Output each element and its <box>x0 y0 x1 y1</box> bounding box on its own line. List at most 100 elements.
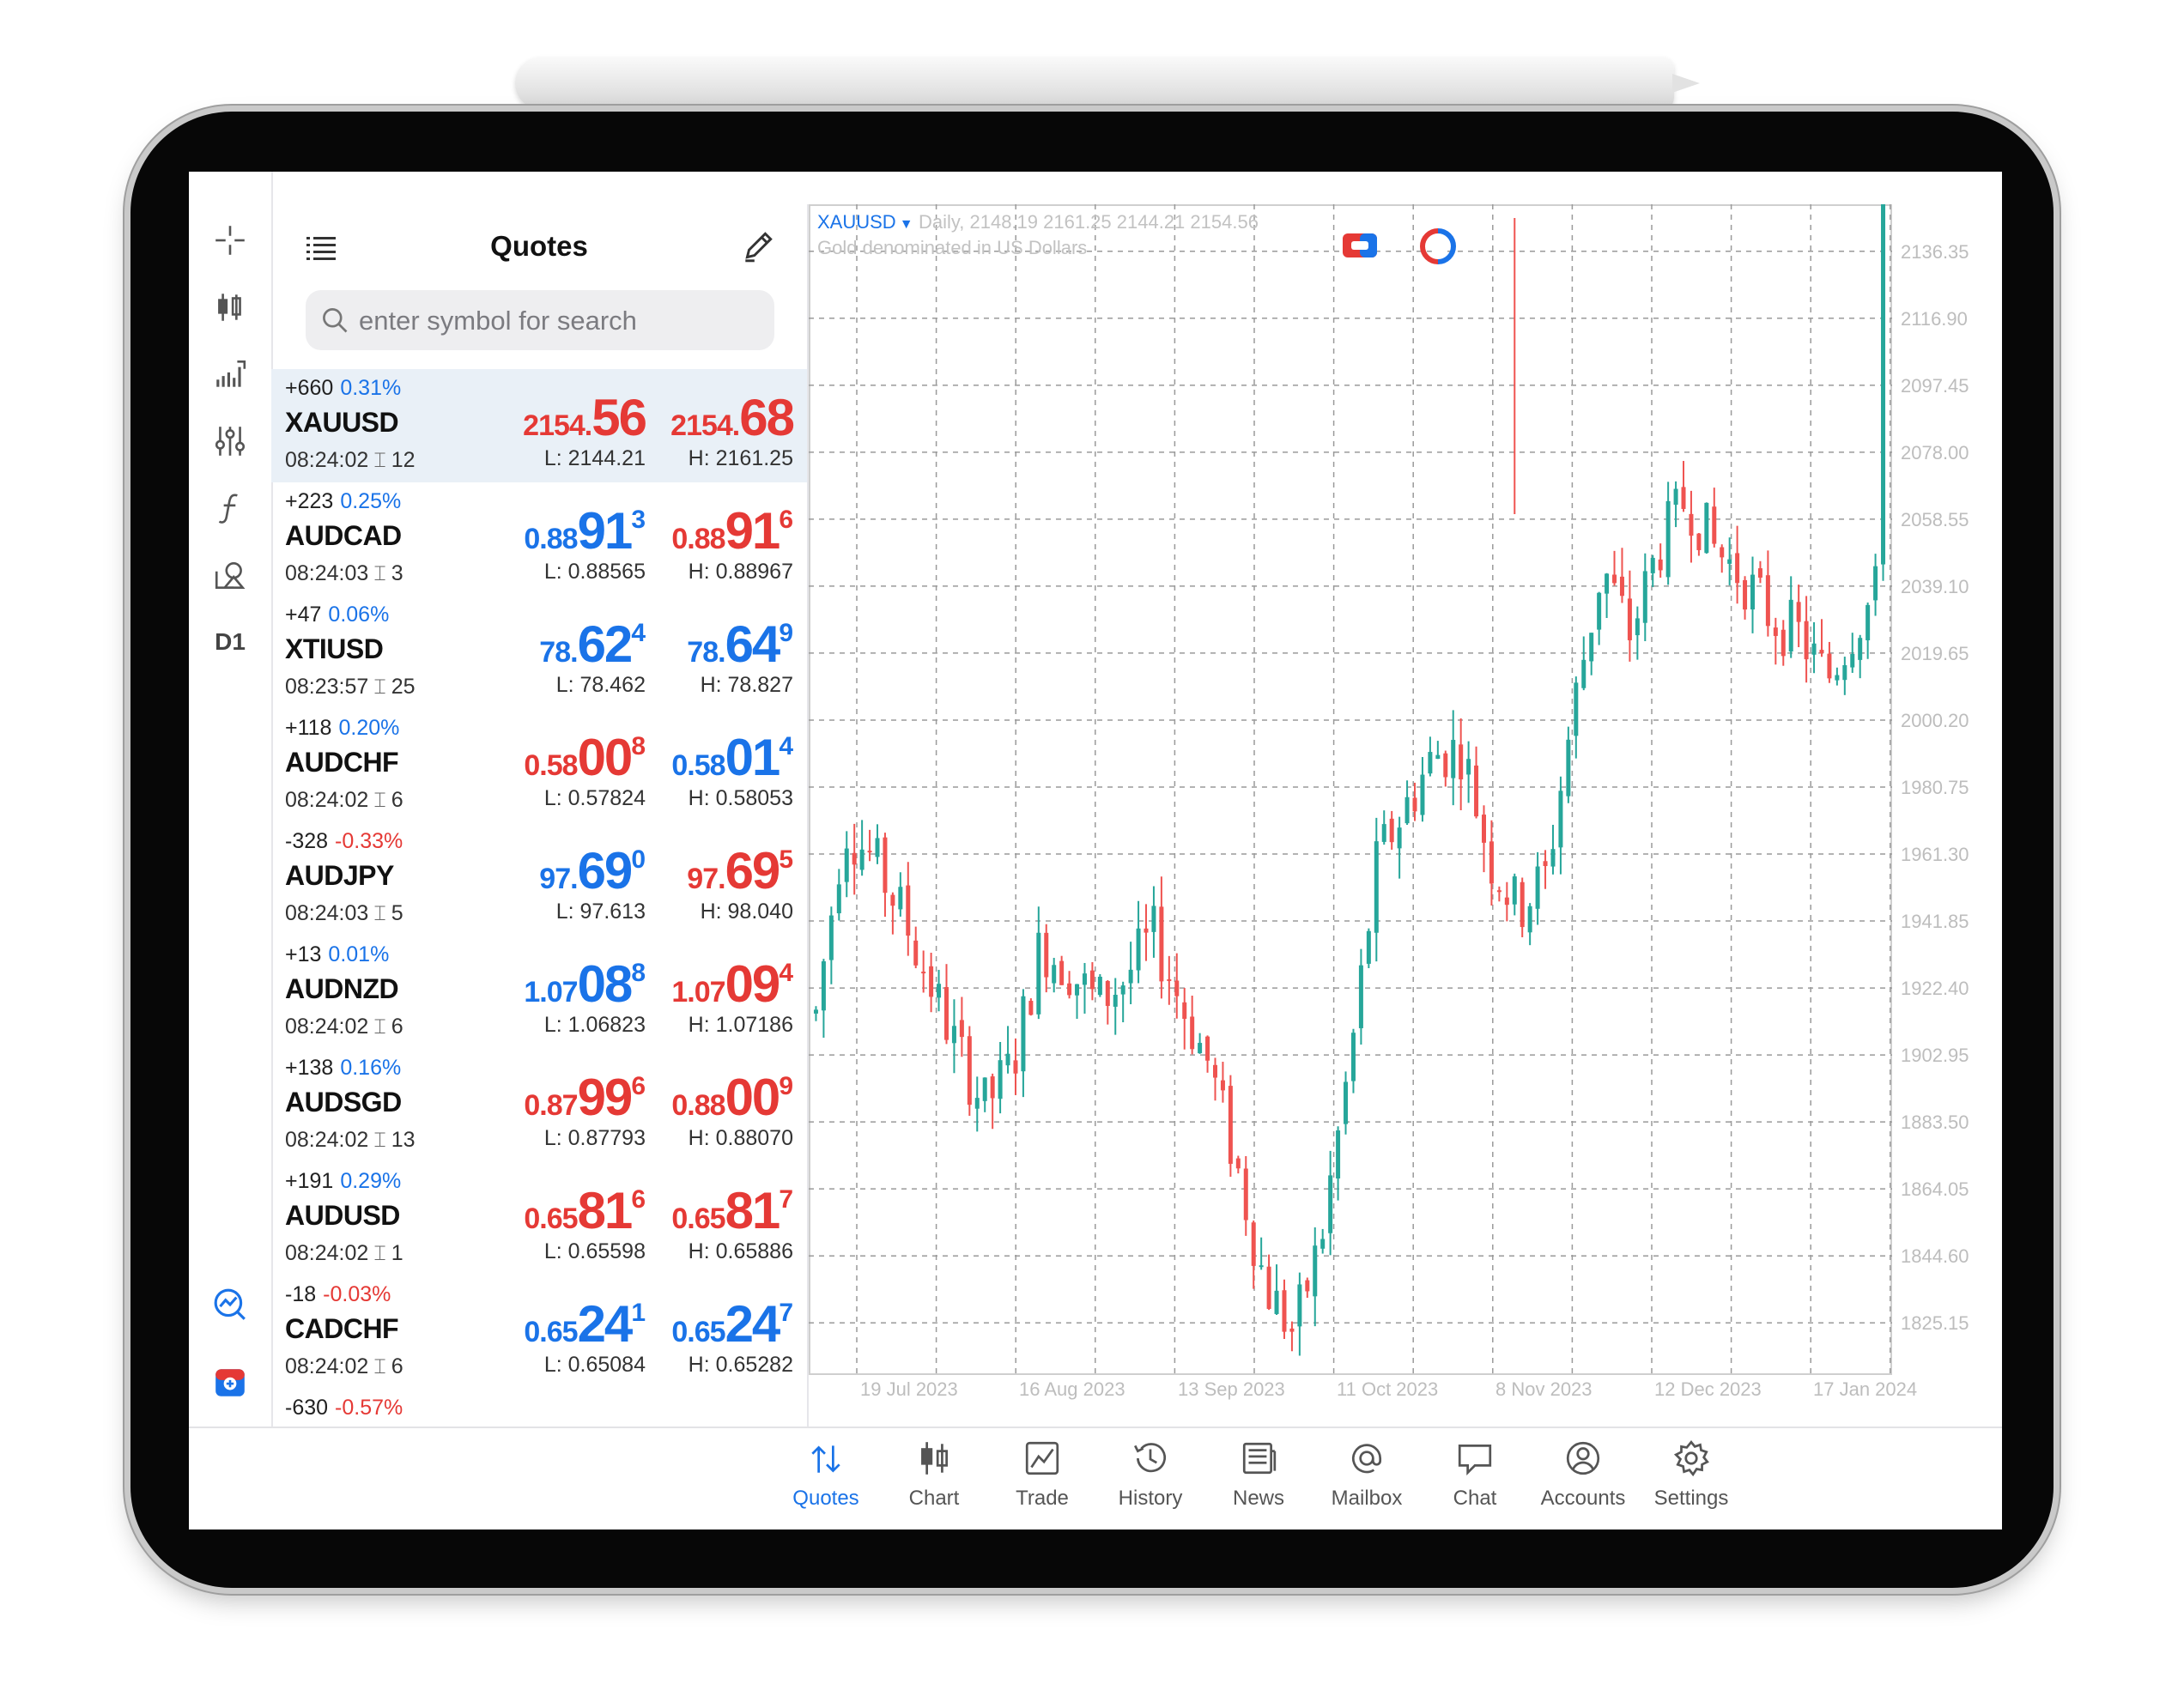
quote-row[interactable]: -328 -0.33% AUDJPY 08:24:03 ⌶ 5 97.690 97.695 L:… <box>271 822 807 936</box>
candle-body <box>1735 553 1740 584</box>
candle-body <box>883 837 888 893</box>
settings-sliders-icon[interactable] <box>209 421 251 462</box>
search-input[interactable] <box>357 290 764 352</box>
quote-row[interactable]: +138 0.16% AUDSGD 08:24:02 ⌶ 13 0.87996 0.88009… <box>271 1049 807 1162</box>
candle-body <box>1274 1290 1279 1314</box>
page-title: Quotes <box>490 230 588 262</box>
quote-row[interactable]: +660 0.31% XAUUSD 08:24:02 ⌶ 12 2154.56 2154.68… <box>271 369 807 482</box>
quote-high: H: 0.58053 <box>688 786 793 810</box>
quote-low: L: 97.613 <box>555 900 646 924</box>
ask-price-prefix: 0.88 <box>671 1089 725 1122</box>
price-chart[interactable]: 2136.35 2116.90 2097.45 2078.00 2058.55 2039.… <box>809 204 2002 1427</box>
ask-price-pips: 09 <box>725 955 781 1013</box>
quote-row[interactable]: +223 0.25% AUDCAD 08:24:03 ⌶ 3 0.88913 0.88916 L… <box>271 482 807 596</box>
bid-price[interactable]: 0.88913 <box>524 501 646 560</box>
quote-change-percent: 0.29% <box>340 1169 402 1193</box>
tab-mailbox[interactable]: Mailbox <box>1315 1439 1418 1524</box>
tab-history[interactable]: History <box>1099 1439 1202 1524</box>
candlestick-icon[interactable] <box>209 287 251 328</box>
bottom-tab-bar: Quotes Chart Trade History News Mailbox Chat Ac… <box>189 1427 2002 1530</box>
tab-quotes[interactable]: Quotes <box>774 1439 877 1524</box>
one-click-trading-icon[interactable] <box>1341 230 1379 261</box>
bid-price[interactable]: 1.07088 <box>524 954 646 1014</box>
indicators-icon[interactable] <box>209 354 251 395</box>
quote-change-points: +138 <box>285 1056 334 1080</box>
bid-price-prefix: 78. <box>539 636 578 669</box>
tab-accounts[interactable]: Accounts <box>1532 1439 1635 1524</box>
candle-body <box>1773 627 1778 636</box>
quote-time: 08:24:02 ⌶ 1 <box>285 1241 403 1266</box>
quote-row[interactable]: +47 0.06% XTIUSD 08:23:57 ⌶ 25 78.624 78.649 L: … <box>271 596 807 709</box>
quote-row[interactable]: +13 0.01% AUDNZD 08:24:02 ⌶ 6 1.07088 1.07094 L:… <box>271 936 807 1049</box>
bid-price[interactable]: 97.690 <box>539 841 646 900</box>
bid-price[interactable]: 0.65816 <box>524 1181 646 1240</box>
candle-body <box>1082 973 1087 985</box>
candle-body <box>1827 653 1832 679</box>
bid-price-prefix: 0.87 <box>524 1089 578 1122</box>
quote-high: H: 0.88070 <box>688 1126 793 1150</box>
candle-body <box>929 966 934 997</box>
quote-high: H: 0.88967 <box>688 560 793 584</box>
timeframe-d1[interactable]: D1 <box>209 621 251 663</box>
quote-row[interactable]: -18 -0.03% CADCHF 08:24:02 ⌶ 6 0.65241 0.65247 L… <box>271 1275 807 1389</box>
tab-label: Trade <box>1016 1487 1069 1510</box>
quote-change: -328 -0.33% <box>285 829 403 854</box>
ask-price[interactable]: 78.649 <box>687 615 793 674</box>
ask-price[interactable]: 0.88916 <box>671 501 793 560</box>
ask-price-point: 5 <box>779 845 793 874</box>
tab-chart[interactable]: Chart <box>883 1439 986 1524</box>
ask-price[interactable]: 0.58014 <box>671 728 793 787</box>
one-click-trade-icon[interactable] <box>209 1361 251 1402</box>
quote-row[interactable]: +191 0.29% AUDUSD 08:24:02 ⌶ 1 0.65816 0.65817 L… <box>271 1162 807 1275</box>
bid-price[interactable]: 0.65241 <box>524 1294 646 1354</box>
quote-change-points: +191 <box>285 1169 334 1193</box>
quote-spread: 1 <box>391 1241 403 1265</box>
crosshair-icon[interactable] <box>209 220 251 261</box>
quote-spread: 12 <box>391 448 416 472</box>
ask-price[interactable]: 1.07094 <box>671 954 793 1014</box>
function-icon[interactable] <box>209 488 251 529</box>
chart-canvas[interactable]: 2136.35 2116.90 2097.45 2078.00 2058.55 2039.… <box>809 204 2002 1427</box>
tab-trade[interactable]: Trade <box>991 1439 1094 1524</box>
candle-body <box>1574 682 1579 736</box>
candle-body <box>1013 1060 1018 1074</box>
ask-price[interactable]: 0.65817 <box>671 1181 793 1240</box>
candle-body <box>1404 797 1410 824</box>
candle-body <box>836 884 841 914</box>
depth-icon[interactable] <box>1420 228 1456 264</box>
candle-body <box>1712 506 1717 544</box>
quote-change: +47 0.06% <box>285 603 389 627</box>
candle-body <box>1866 604 1871 640</box>
quote-row[interactable]: +118 0.20% AUDCHF 08:24:02 ⌶ 6 0.58008 0.58014 L… <box>271 709 807 822</box>
quote-change-points: +223 <box>285 489 334 513</box>
chart-symbol-selector[interactable]: XAUUSD ▼ <box>817 211 913 233</box>
bid-price[interactable]: 0.58008 <box>524 728 646 787</box>
candle-body <box>898 887 903 910</box>
quote-row[interactable]: -630 -0.57% <box>271 1389 807 1427</box>
bid-price-point: 8 <box>631 959 646 987</box>
tab-news[interactable]: News <box>1207 1439 1310 1524</box>
candle-body <box>1389 818 1394 843</box>
tab-chat[interactable]: Chat <box>1423 1439 1526 1524</box>
candle-body <box>1036 932 1041 1015</box>
bid-price[interactable]: 2154.56 <box>523 388 647 447</box>
ask-price[interactable]: 2154.68 <box>670 388 795 447</box>
candle-body <box>813 1009 818 1014</box>
ask-price-prefix: 0.58 <box>671 749 725 782</box>
candle-body <box>828 915 834 960</box>
candle-body <box>1266 1266 1271 1309</box>
candle-body <box>1159 906 1164 982</box>
search-box[interactable] <box>306 290 774 352</box>
ask-price[interactable]: 97.695 <box>687 841 793 900</box>
quote-high: H: 0.65886 <box>688 1239 793 1263</box>
trade-signals-icon[interactable] <box>209 1284 251 1325</box>
tab-settings[interactable]: Settings <box>1640 1439 1743 1524</box>
bid-price[interactable]: 0.87996 <box>524 1068 646 1127</box>
bid-price-pips: 56 <box>592 389 647 446</box>
candle-body <box>1420 774 1425 815</box>
ask-price[interactable]: 0.88009 <box>671 1068 793 1127</box>
bid-price[interactable]: 78.624 <box>539 615 646 674</box>
ask-price[interactable]: 0.65247 <box>671 1294 793 1354</box>
edit-pencil-icon[interactable] <box>740 228 776 264</box>
objects-icon[interactable] <box>209 554 251 596</box>
